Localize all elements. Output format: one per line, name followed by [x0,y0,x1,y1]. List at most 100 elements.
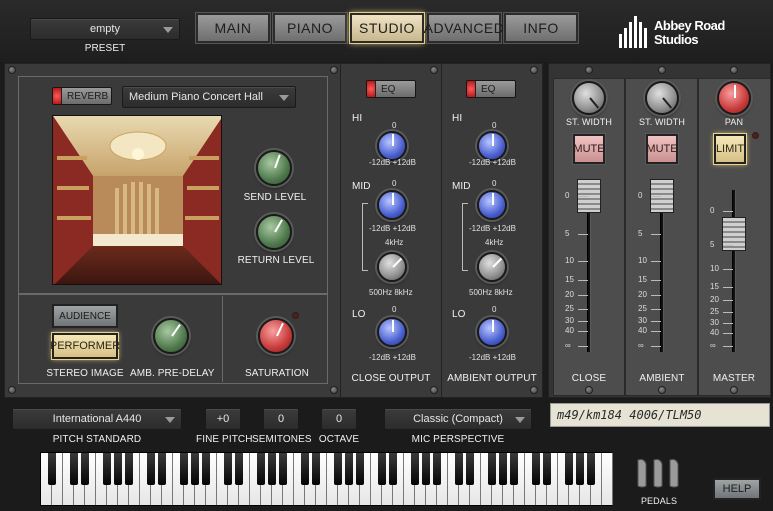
preset-dropdown[interactable]: empty [30,18,180,40]
black-key[interactable] [334,453,342,485]
fader-scale-tick [723,211,733,212]
screw-icon [330,386,338,394]
return-level-knob[interactable] [256,214,292,250]
send-level-knob[interactable] [256,150,292,186]
tab-piano[interactable]: PIANO [273,13,347,43]
fader-scale-tick [723,332,733,334]
ambient-lo-knob[interactable] [477,317,507,347]
fader-scale-label: 10 [565,255,574,265]
audience-button[interactable]: AUDIENCE [52,304,118,328]
pitch-standard-dropdown[interactable]: International A440 [12,408,182,430]
black-key[interactable] [48,453,56,485]
black-key[interactable] [587,453,595,485]
ambient-mid-freq-knob[interactable] [477,252,507,282]
tab-advanced[interactable]: ADVANCED [424,13,504,43]
black-key[interactable] [488,453,496,485]
octave-field[interactable]: 0 [321,408,357,430]
black-key[interactable] [422,453,430,485]
tab-info[interactable]: INFO [504,13,578,43]
pedals-icon[interactable] [632,458,688,488]
black-key[interactable] [70,453,78,485]
black-key[interactable] [224,453,232,485]
black-key[interactable] [180,453,188,485]
black-key[interactable] [411,453,419,485]
fader-scale-label: 40 [638,326,647,335]
fader-scale-label: ∞ [565,341,571,350]
close-hi-knob[interactable] [377,131,407,161]
master-fader-handle[interactable] [722,217,746,251]
black-key[interactable] [125,453,133,485]
saturation-led-icon [292,312,299,319]
black-key[interactable] [257,453,265,485]
black-key[interactable] [103,453,111,485]
black-key[interactable] [301,453,309,485]
black-key[interactable] [378,453,386,485]
screw-icon [8,66,16,74]
close-mid-freq-knob[interactable] [377,252,407,282]
fader-scale-label: 10 [638,255,647,265]
black-key[interactable] [455,453,463,485]
fine-pitch-field[interactable]: +0 [205,408,241,430]
mid-zero-label: 0 [492,179,497,188]
fader-scale-tick [578,280,588,281]
help-button[interactable]: HELP [713,478,761,500]
semitones-field[interactable]: 0 [263,408,299,430]
mid-freq-center-label: 4kHz [385,238,404,247]
lo-range-label: -12dB +12dB [469,353,516,362]
ambient-eq-toggle[interactable]: EQ [466,80,516,98]
piano-keyboard[interactable] [40,452,613,506]
saturation-label: SATURATION [245,368,309,379]
ambient-hi-knob[interactable] [477,131,507,161]
close-mute-button[interactable]: MUTE [573,134,605,164]
black-key[interactable] [268,453,276,485]
black-key[interactable] [147,453,155,485]
mic-perspective-dropdown[interactable]: Classic (Compact) [384,408,532,430]
close-mid-gain-knob[interactable] [377,190,407,220]
amb-predelay-knob[interactable] [153,318,189,354]
close-eq-toggle[interactable]: EQ [366,80,416,98]
black-key[interactable] [158,453,166,485]
black-key[interactable] [510,453,518,485]
black-key[interactable] [191,453,199,485]
saturation-knob[interactable] [258,318,294,354]
black-key[interactable] [433,453,441,485]
black-key[interactable] [114,453,122,485]
black-key[interactable] [81,453,89,485]
black-key[interactable] [499,453,507,485]
fader-scale-tick [651,331,661,332]
fader-scale-tick [578,233,588,235]
ambient-mute-button[interactable]: MUTE [646,134,678,164]
black-key[interactable] [356,453,364,485]
black-key[interactable] [279,453,287,485]
knob-indicator [171,323,181,337]
black-key[interactable] [389,453,397,485]
black-key[interactable] [466,453,474,485]
black-key[interactable] [345,453,353,485]
black-key[interactable] [576,453,584,485]
reverb-toggle[interactable]: REVERB [52,87,112,105]
black-key[interactable] [202,453,210,485]
black-key[interactable] [565,453,573,485]
performer-button[interactable]: PERFORMER [50,333,120,359]
black-key[interactable] [312,453,320,485]
black-key[interactable] [532,453,540,485]
close-lo-knob[interactable] [377,317,407,347]
led-icon [367,81,376,97]
close-width-knob[interactable] [572,81,606,115]
fader-scale-label: 25 [710,307,719,317]
black-key[interactable] [543,453,551,485]
master-pan-knob[interactable] [717,81,751,115]
hi-range-label: -12dB +12dB [369,158,416,167]
tab-studio[interactable]: STUDIO [350,13,424,43]
divider [222,296,223,382]
ambient-width-knob[interactable] [645,81,679,115]
reverb-room-value: Medium Piano Concert Hall [129,91,263,103]
limit-button[interactable]: LIMIT [714,134,746,164]
fader-scale-tick [651,233,661,235]
ambient-mid-gain-knob[interactable] [477,190,507,220]
reverb-toggle-label: REVERB [67,90,109,102]
reverb-room-dropdown[interactable]: Medium Piano Concert Hall [122,86,296,108]
tab-main[interactable]: MAIN [196,13,270,43]
white-key[interactable] [602,453,613,505]
black-key[interactable] [235,453,243,485]
